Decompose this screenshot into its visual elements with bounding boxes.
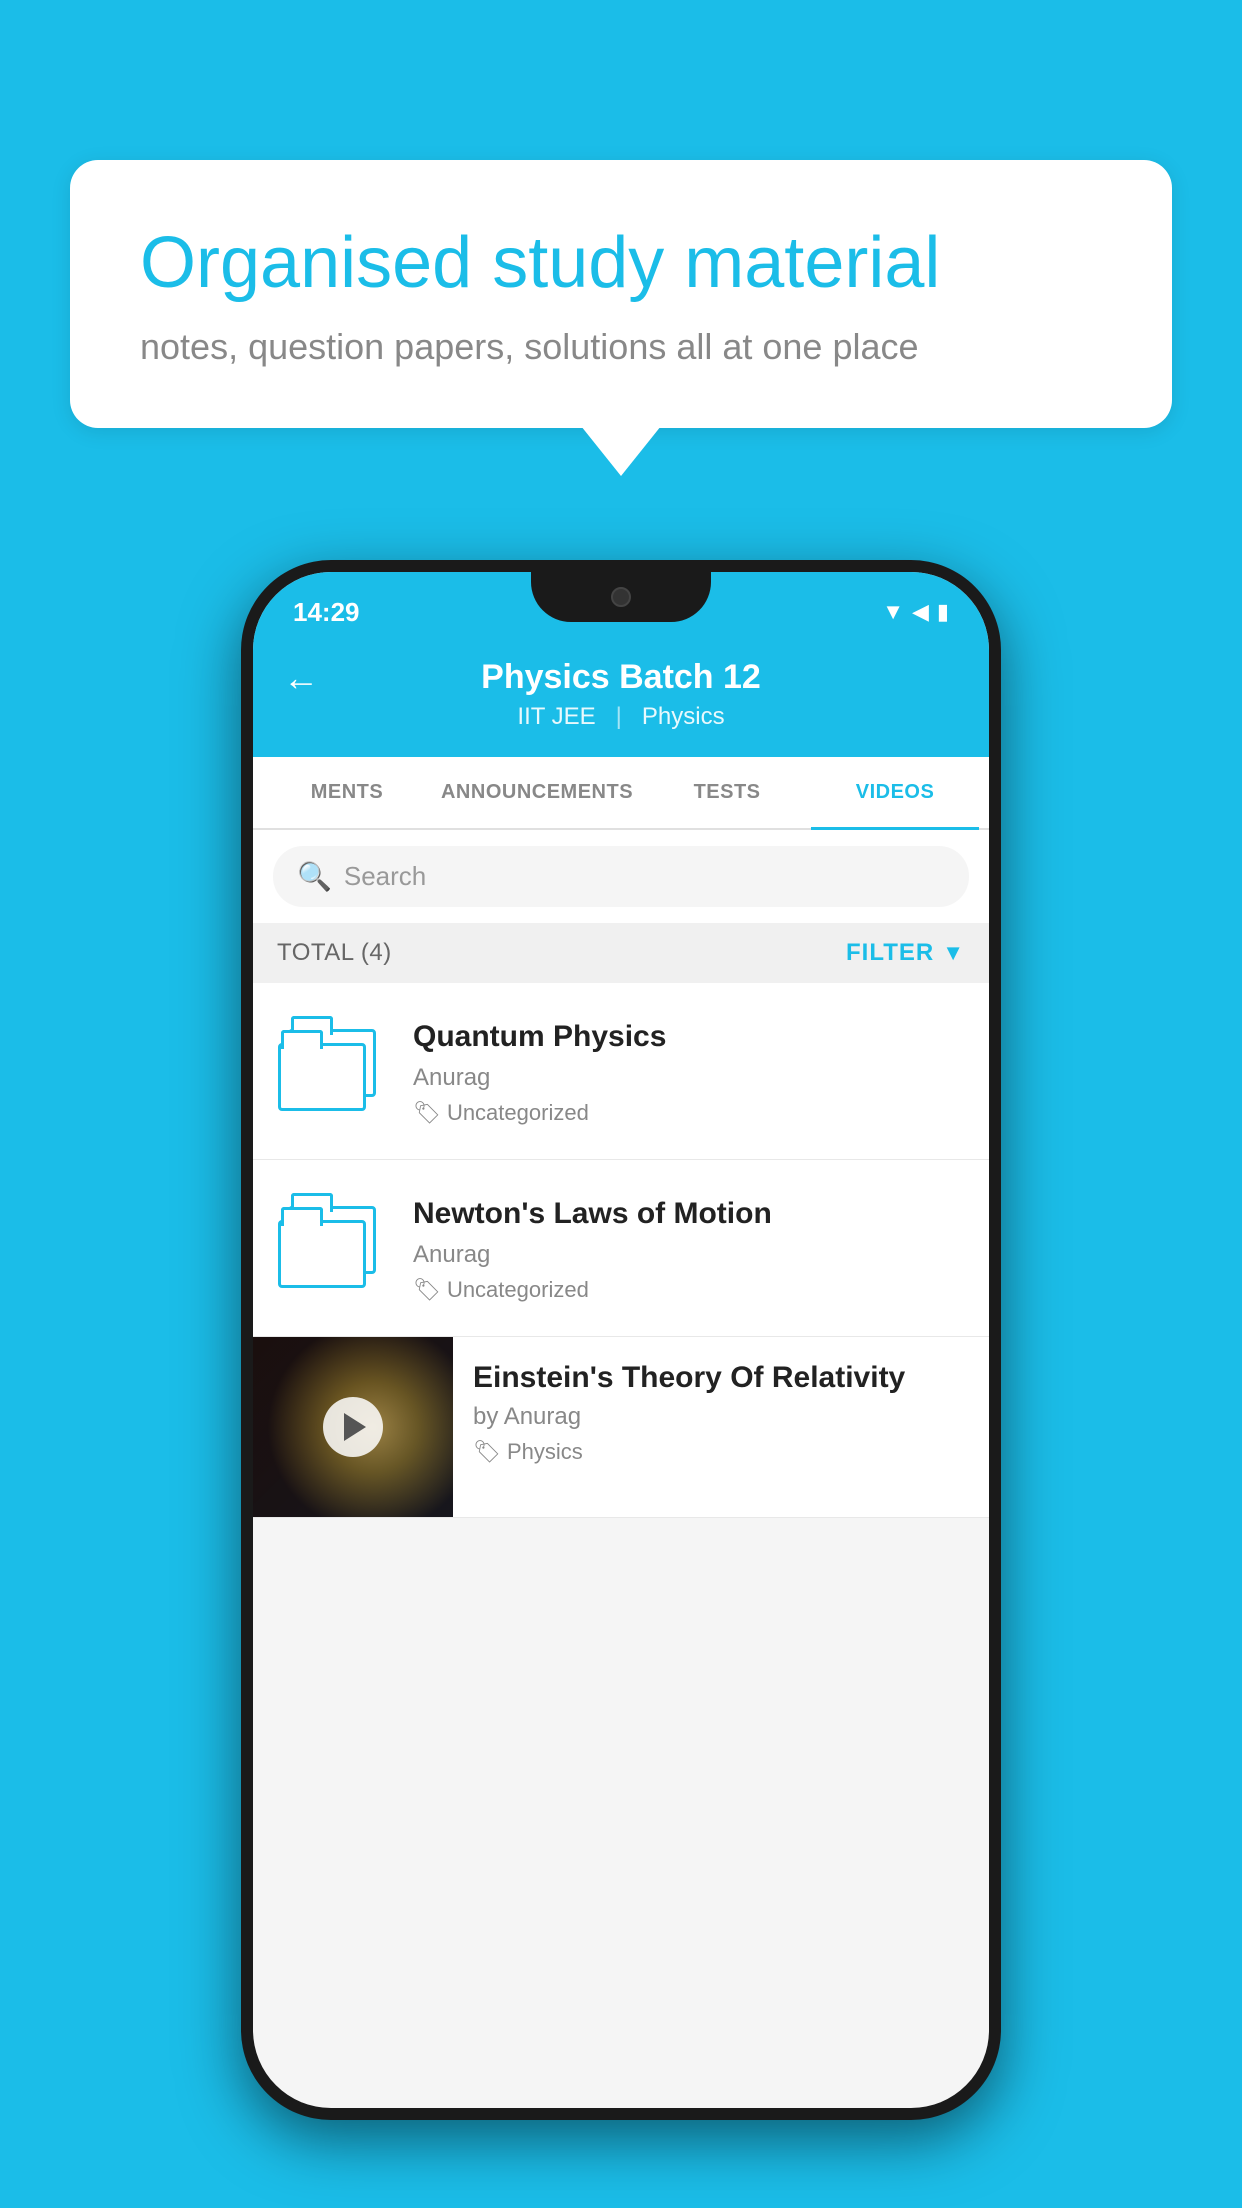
filter-label: FILTER	[846, 939, 934, 967]
list-item[interactable]: Quantum Physics Anurag 🏷 Uncategorized	[253, 983, 989, 1160]
filter-button[interactable]: FILTER ▼	[846, 939, 965, 967]
phone-wrapper: 14:29 ▼ ◀ ▮ ← Physics Batch 12 IIT JEE |…	[241, 560, 1001, 2120]
speech-bubble: Organised study material notes, question…	[70, 160, 1172, 428]
folder-front	[278, 1043, 366, 1111]
app-bar-subtitle: IIT JEE | Physics	[517, 703, 724, 731]
video-info: Einstein's Theory Of Relativity by Anura…	[453, 1337, 989, 1489]
phone-notch	[531, 572, 711, 622]
tabs: MENTS ANNOUNCEMENTS TESTS VIDEOS	[253, 757, 989, 830]
tab-videos[interactable]: VIDEOS	[811, 757, 979, 828]
list-item[interactable]: Einstein's Theory Of Relativity by Anura…	[253, 1337, 989, 1518]
speech-bubble-subtitle: notes, question papers, solutions all at…	[140, 326, 1102, 368]
video-folder-icon	[273, 1011, 393, 1131]
total-count: TOTAL (4)	[277, 939, 392, 967]
video-title: Einstein's Theory Of Relativity	[473, 1361, 969, 1395]
app-bar: ← Physics Batch 12 IIT JEE | Physics	[253, 642, 989, 757]
video-tag: 🏷 Uncategorized	[413, 1100, 969, 1126]
search-container: 🔍 Search	[253, 830, 989, 923]
camera-dot	[611, 587, 631, 607]
video-author: Anurag	[413, 1064, 969, 1092]
battery-icon: ▮	[937, 599, 949, 625]
play-icon	[344, 1413, 366, 1441]
video-title: Newton's Laws of Motion	[413, 1194, 969, 1233]
tag-icon: 🏷	[473, 1439, 501, 1465]
app-bar-title: Physics Batch 12	[481, 658, 761, 697]
tab-announcements[interactable]: ANNOUNCEMENTS	[431, 757, 643, 828]
video-folder-icon	[273, 1188, 393, 1308]
tag-icon: 🏷	[413, 1100, 441, 1126]
video-tag: 🏷 Uncategorized	[413, 1277, 969, 1303]
video-author: by Anurag	[473, 1403, 969, 1431]
search-placeholder: Search	[344, 861, 426, 892]
search-icon: 🔍	[297, 860, 332, 893]
video-author: Anurag	[413, 1241, 969, 1269]
status-icons: ▼ ◀ ▮	[882, 599, 949, 625]
play-button[interactable]	[323, 1397, 383, 1457]
list-item[interactable]: Newton's Laws of Motion Anurag 🏷 Uncateg…	[253, 1160, 989, 1337]
subtitle-divider: |	[616, 703, 622, 731]
video-tag: 🏷 Physics	[473, 1439, 969, 1465]
tab-tests[interactable]: TESTS	[643, 757, 811, 828]
video-thumbnail	[253, 1337, 453, 1517]
wifi-icon: ▼	[882, 599, 904, 625]
tag-icon: 🏷	[413, 1277, 441, 1303]
video-info: Quantum Physics Anurag 🏷 Uncategorized	[413, 1017, 969, 1126]
video-title: Quantum Physics	[413, 1017, 969, 1056]
phone-screen: 14:29 ▼ ◀ ▮ ← Physics Batch 12 IIT JEE |…	[253, 572, 989, 2108]
video-info: Newton's Laws of Motion Anurag 🏷 Uncateg…	[413, 1194, 969, 1303]
back-button[interactable]: ←	[283, 657, 319, 699]
subtitle-batch: IIT JEE	[517, 703, 595, 731]
tab-ments[interactable]: MENTS	[263, 757, 431, 828]
speech-bubble-title: Organised study material	[140, 220, 1102, 306]
status-time: 14:29	[293, 597, 360, 628]
search-bar[interactable]: 🔍 Search	[273, 846, 969, 907]
folder-front	[278, 1220, 366, 1288]
subtitle-subject: Physics	[642, 703, 725, 731]
signal-icon: ◀	[912, 599, 929, 625]
filter-row: TOTAL (4) FILTER ▼	[253, 923, 989, 983]
video-list: Quantum Physics Anurag 🏷 Uncategorized	[253, 983, 989, 1518]
phone-shell: 14:29 ▼ ◀ ▮ ← Physics Batch 12 IIT JEE |…	[241, 560, 1001, 2120]
filter-icon: ▼	[942, 940, 965, 966]
